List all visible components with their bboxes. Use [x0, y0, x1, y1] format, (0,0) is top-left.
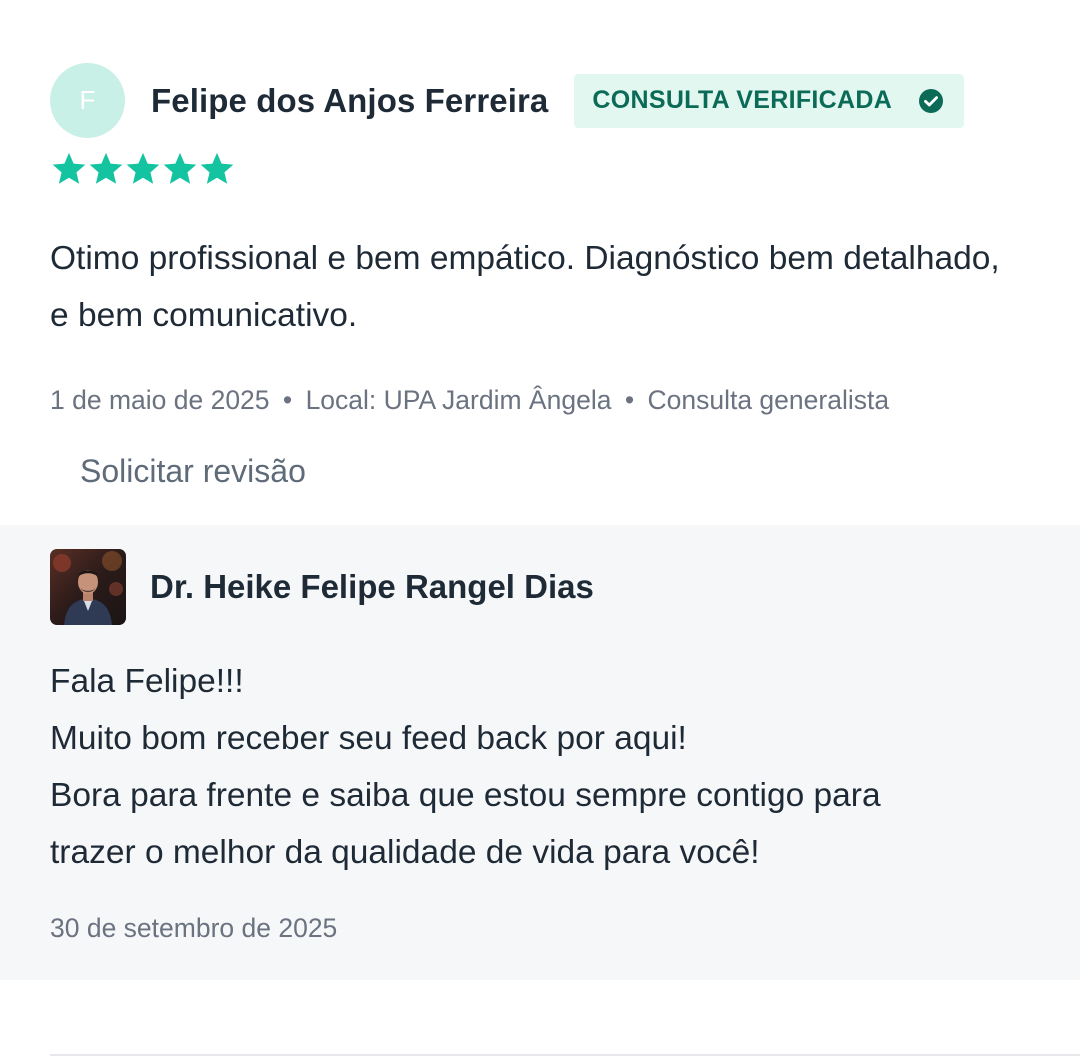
- doctor-avatar: [50, 549, 126, 625]
- reply-date: 30 de setembro de 2025: [50, 913, 338, 943]
- opinion-page: F Felipe dos Anjos Ferreira CONSULTA VER…: [0, 0, 1080, 1057]
- review-service: Consulta generalista: [647, 385, 890, 415]
- doctor-name: Dr. Heike Felipe Rangel Dias: [150, 568, 594, 605]
- divider: [50, 1054, 1080, 1056]
- review-location: Local: UPA Jardim Ângela: [305, 385, 612, 415]
- check-circle-icon: [919, 88, 944, 113]
- verified-badge-label: CONSULTA VERIFICADA: [592, 86, 893, 114]
- review-date: 1 de maio de 2025: [50, 385, 270, 415]
- review-text: Otimo profissional e bem empático. Diagn…: [50, 240, 1000, 334]
- reply-line: Bora para frente e saiba que estou sempr…: [50, 777, 881, 814]
- star-icon: [163, 152, 197, 184]
- meta-separator: •: [624, 385, 635, 415]
- reply-line: trazer o melhor da qualidade de vida par…: [50, 834, 760, 871]
- review-meta: 1 de maio de 2025 • Local: UPA Jardim Ân…: [50, 385, 889, 416]
- patient-review: F Felipe dos Anjos Ferreira CONSULTA VER…: [0, 0, 1080, 525]
- reply-line: Fala Felipe!!!: [50, 663, 244, 700]
- request-review-button[interactable]: Solicitar revisão: [80, 453, 306, 490]
- star-icon: [52, 152, 86, 184]
- star-rating: [50, 150, 235, 188]
- meta-separator: •: [282, 385, 293, 415]
- reviewer-name: Felipe dos Anjos Ferreira: [151, 81, 549, 119]
- star-icon: [200, 152, 234, 184]
- doctor-reply: Dr. Heike Felipe Rangel Dias Fala Felipe…: [0, 525, 1080, 980]
- doctor-header: Dr. Heike Felipe Rangel Dias: [50, 549, 594, 625]
- star-icon: [89, 152, 123, 184]
- avatar: F: [50, 63, 125, 138]
- reviewer-header: F Felipe dos Anjos Ferreira CONSULTA VER…: [50, 63, 965, 138]
- verified-badge: CONSULTA VERIFICADA: [574, 73, 965, 128]
- reply-line: Muito bom receber seu feed back por aqui…: [50, 720, 687, 757]
- reply-text: Fala Felipe!!! Muito bom receber seu fee…: [50, 653, 1040, 881]
- star-icon: [126, 152, 160, 184]
